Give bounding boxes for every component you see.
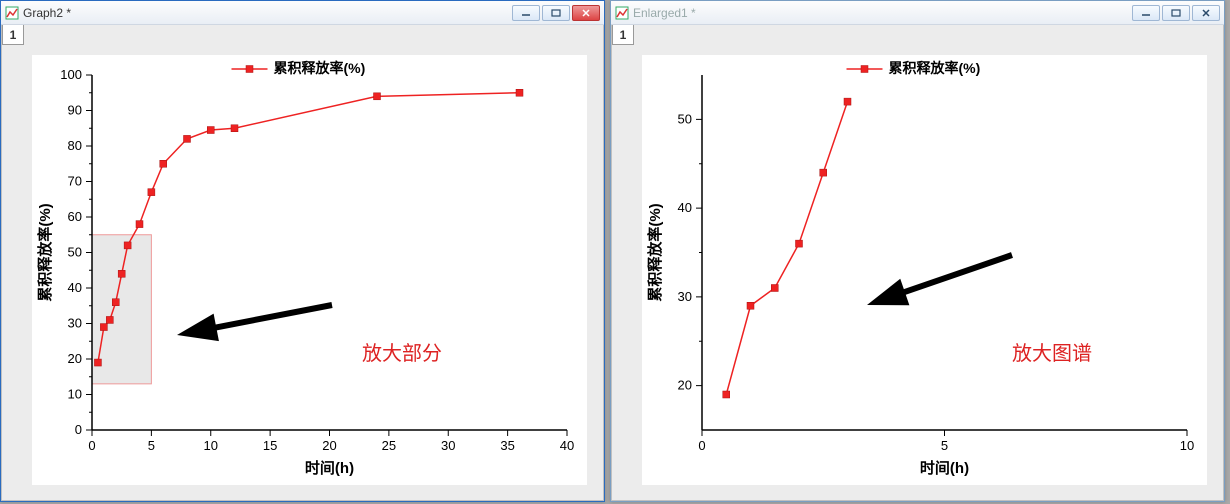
sheet-tab[interactable]: 1 bbox=[612, 25, 634, 45]
svg-text:20: 20 bbox=[678, 378, 692, 393]
svg-text:累积释放率(%): 累积释放率(%) bbox=[889, 60, 981, 76]
svg-text:30: 30 bbox=[441, 438, 455, 453]
chart-svg: 0 5 10 20 30 40 50 时间(h) 累积释放率(%) 累积释放率(%) 放大图谱 bbox=[642, 55, 1207, 485]
svg-text:70: 70 bbox=[68, 174, 82, 189]
titlebar[interactable]: Enlarged1 * bbox=[611, 1, 1224, 25]
svg-text:35: 35 bbox=[500, 438, 514, 453]
svg-text:100: 100 bbox=[60, 67, 82, 82]
svg-text:20: 20 bbox=[322, 438, 336, 453]
maximize-button[interactable] bbox=[542, 5, 570, 21]
svg-text:30: 30 bbox=[678, 289, 692, 304]
svg-text:80: 80 bbox=[68, 138, 82, 153]
svg-text:0: 0 bbox=[75, 422, 82, 437]
svg-text:40: 40 bbox=[560, 438, 574, 453]
app-icon bbox=[615, 6, 629, 20]
svg-text:时间(h): 时间(h) bbox=[305, 459, 354, 477]
svg-text:40: 40 bbox=[68, 280, 82, 295]
window-buttons bbox=[512, 5, 600, 21]
client-area: 1 0 5 10 20 30 40 50 时间(h) 累积释放率(%) 累积释放率(%) 放大图谱 bbox=[611, 25, 1224, 501]
svg-text:累积释放率(%): 累积释放率(%) bbox=[646, 203, 664, 301]
sheet-tab[interactable]: 1 bbox=[2, 25, 24, 45]
graph-window-2[interactable]: Enlarged1 * 1 0 5 10 20 30 40 50 时间(h) 累积释放率(%) 累… bbox=[610, 0, 1225, 502]
svg-text:0: 0 bbox=[88, 438, 95, 453]
svg-text:0: 0 bbox=[698, 438, 705, 453]
svg-text:累积释放率(%): 累积释放率(%) bbox=[274, 60, 366, 76]
svg-text:60: 60 bbox=[68, 209, 82, 224]
svg-text:25: 25 bbox=[382, 438, 396, 453]
svg-text:10: 10 bbox=[1180, 438, 1194, 453]
close-button[interactable] bbox=[1192, 5, 1220, 21]
svg-text:累积释放率(%): 累积释放率(%) bbox=[36, 203, 54, 301]
client-area: 1 0 5 10 15 20 25 30 35 40 0 10 20 30 40 50 60 70 80 90 100… bbox=[1, 25, 604, 501]
chart-svg: 0 5 10 15 20 25 30 35 40 0 10 20 30 40 50 60 70 80 90 100 时间… bbox=[32, 55, 587, 485]
svg-text:20: 20 bbox=[68, 351, 82, 366]
svg-text:50: 50 bbox=[678, 111, 692, 126]
svg-text:15: 15 bbox=[263, 438, 277, 453]
svg-text:5: 5 bbox=[148, 438, 155, 453]
window-buttons bbox=[1132, 5, 1220, 21]
window-title: Enlarged1 * bbox=[633, 6, 1132, 20]
svg-text:5: 5 bbox=[941, 438, 948, 453]
svg-text:时间(h): 时间(h) bbox=[920, 459, 969, 477]
maximize-button[interactable] bbox=[1162, 5, 1190, 21]
close-button[interactable] bbox=[572, 5, 600, 21]
svg-text:放大部分: 放大部分 bbox=[362, 342, 442, 365]
window-title: Graph2 * bbox=[23, 6, 512, 20]
app-icon bbox=[5, 6, 19, 20]
titlebar[interactable]: Graph2 * bbox=[1, 1, 604, 25]
plot-area[interactable]: 0 5 10 15 20 25 30 35 40 0 10 20 30 40 50 60 70 80 90 100 时间… bbox=[32, 55, 587, 485]
svg-text:40: 40 bbox=[678, 200, 692, 215]
minimize-button[interactable] bbox=[512, 5, 540, 21]
plot-area[interactable]: 0 5 10 20 30 40 50 时间(h) 累积释放率(%) 累积释放率(%) 放大图谱 bbox=[642, 55, 1207, 485]
svg-text:50: 50 bbox=[68, 245, 82, 260]
svg-text:90: 90 bbox=[68, 103, 82, 118]
graph-window-1[interactable]: Graph2 * 1 0 5 10 15 20 25 30 35 40 0 10 20 30 40 50 60… bbox=[0, 0, 605, 502]
svg-text:10: 10 bbox=[204, 438, 218, 453]
svg-text:10: 10 bbox=[68, 387, 82, 402]
svg-text:放大图谱: 放大图谱 bbox=[1012, 342, 1092, 365]
minimize-button[interactable] bbox=[1132, 5, 1160, 21]
svg-text:30: 30 bbox=[68, 316, 82, 331]
